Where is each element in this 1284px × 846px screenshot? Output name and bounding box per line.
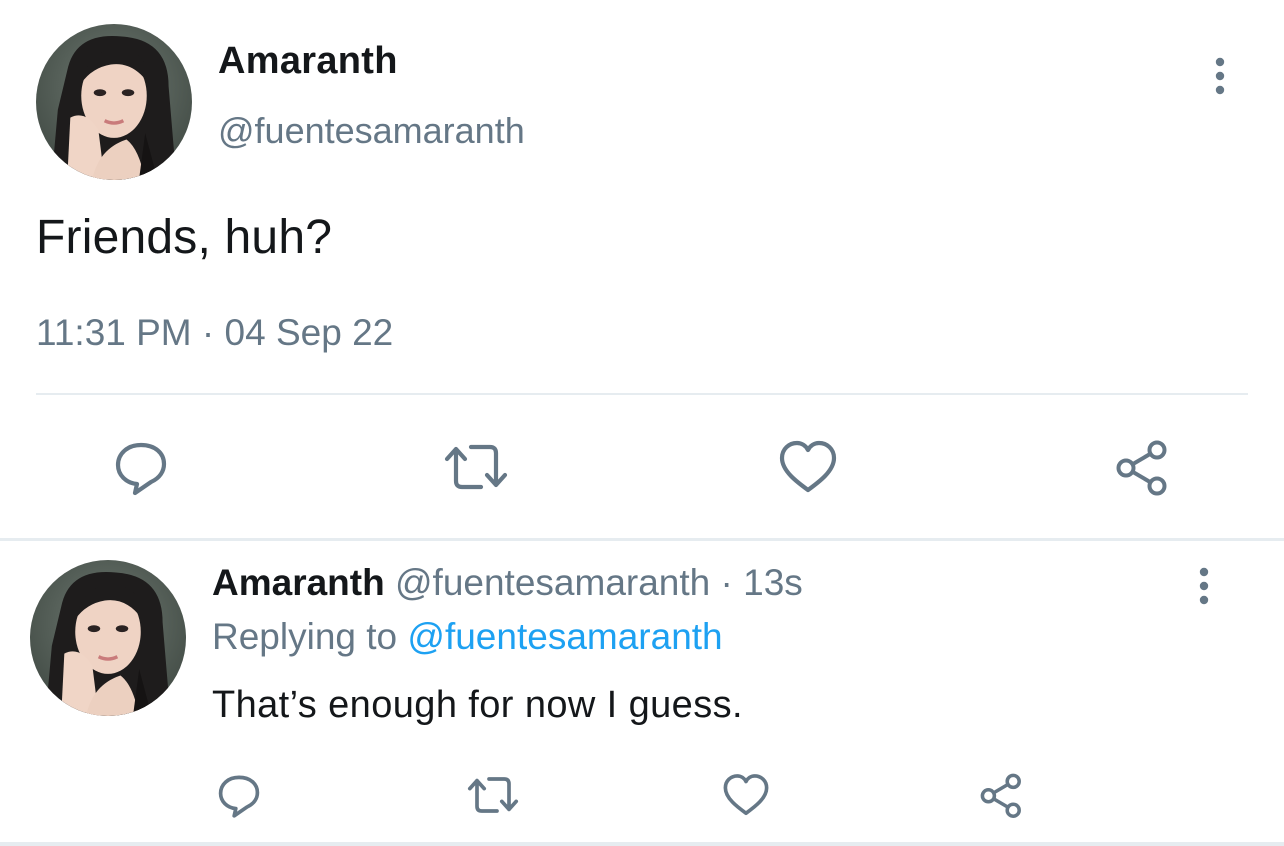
reply-relative-time[interactable]: 13s — [743, 562, 803, 603]
like-button[interactable] — [720, 770, 772, 820]
like-button[interactable] — [776, 436, 840, 498]
retweet-button[interactable] — [464, 770, 522, 820]
more-vertical-icon[interactable] — [1184, 566, 1224, 606]
meta-separator: · — [720, 562, 733, 603]
share-icon — [980, 773, 1021, 818]
reply-author-avatar[interactable] — [30, 560, 186, 716]
reply-author-handle[interactable]: @fuentesamaranth — [395, 562, 710, 603]
author-avatar[interactable] — [36, 24, 192, 180]
author-handle[interactable]: @fuentesamaranth — [218, 110, 525, 152]
replying-to-handle[interactable]: @fuentesamaranth — [407, 616, 722, 657]
share-icon — [1116, 440, 1167, 496]
more-vertical-icon[interactable] — [1200, 56, 1240, 96]
reply-header: Amaranth @fuentesamaranth · 13s — [212, 562, 803, 604]
reply-author-name[interactable]: Amaranth — [212, 562, 385, 603]
retweet-icon — [467, 777, 519, 813]
reply-text: That’s enough for now I guess. — [212, 684, 743, 726]
tweet-time: 11:31 PM — [36, 312, 192, 353]
reply-icon — [218, 775, 260, 818]
replying-to-label: Replying to — [212, 616, 398, 657]
divider — [0, 842, 1284, 846]
reply-button[interactable] — [110, 436, 172, 498]
share-button[interactable] — [1112, 436, 1174, 498]
avatar-photo — [36, 24, 192, 180]
like-icon — [723, 774, 769, 816]
tweet-text: Friends, huh? — [36, 211, 333, 264]
retweet-button[interactable] — [440, 436, 512, 498]
author-name[interactable]: Amaranth — [218, 40, 398, 83]
tweet-date: 04 Sep 22 — [224, 312, 394, 353]
reply-button[interactable] — [214, 770, 264, 820]
retweet-icon — [444, 444, 508, 490]
section-divider — [0, 538, 1284, 541]
divider — [36, 393, 1248, 395]
replying-to: Replying to @fuentesamaranth — [212, 616, 723, 658]
meta-separator: · — [201, 312, 215, 353]
like-icon — [779, 440, 837, 493]
reply-icon — [115, 442, 167, 496]
share-button[interactable] — [976, 770, 1028, 820]
tweet-timestamp: 11:31 PM · 04 Sep 22 — [36, 312, 393, 354]
avatar-photo — [30, 560, 186, 716]
